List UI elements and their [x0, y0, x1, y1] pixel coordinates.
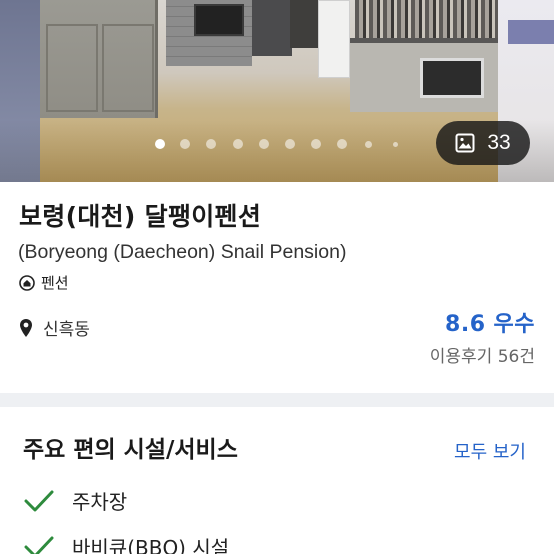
rating-label: 우수	[493, 312, 535, 337]
property-name-english: (Boryeong (Daecheon) Snail Pension)	[18, 241, 347, 263]
home-icon	[19, 274, 35, 291]
photo-fridge	[318, 0, 350, 78]
photo-tv	[194, 4, 244, 36]
carousel-dot[interactable]	[155, 139, 165, 149]
property-location[interactable]: 신흑동	[19, 315, 90, 340]
photo-count-text: 33	[487, 131, 511, 154]
property-type-label: 펜션	[41, 274, 69, 292]
carousel-dot[interactable]	[233, 139, 243, 149]
carousel-dot[interactable]	[180, 139, 190, 149]
carousel-dot[interactable]	[337, 139, 347, 149]
property-name: 보령(대천) 달팽이펜션	[19, 202, 262, 231]
check-icon	[24, 536, 54, 554]
see-all-link[interactable]: 모두 보기	[454, 438, 526, 464]
amenity-label: 바비큐(BBQ) 시설	[72, 536, 230, 554]
map-pin-icon	[20, 318, 32, 337]
carousel-dot[interactable]	[365, 141, 372, 148]
photo-cabinet-door	[102, 24, 154, 112]
carousel-dot[interactable]	[259, 139, 269, 149]
rating-score[interactable]: 8.6 우수	[445, 306, 535, 338]
location-label: 신흑동	[43, 320, 90, 340]
image-icon	[455, 133, 475, 153]
section-divider	[0, 393, 554, 407]
review-count[interactable]: 이용후기 56건	[430, 342, 535, 367]
photo-cabinet-door	[46, 24, 98, 112]
rating-value: 8.6	[445, 312, 486, 337]
photo-door	[252, 0, 292, 56]
photo-tile-backsplash	[355, 0, 500, 40]
amenity-item: 주차장	[24, 486, 127, 515]
carousel-dot[interactable]	[393, 142, 398, 147]
photo-microwave	[420, 58, 484, 98]
photo-count-button[interactable]: 33	[436, 121, 530, 165]
carousel-dot[interactable]	[206, 139, 216, 149]
photo-wall-stripe	[508, 20, 554, 44]
hero-photo[interactable]: 33	[0, 0, 554, 182]
amenities-title: 주요 편의 시설/서비스	[23, 437, 238, 463]
amenity-item: 바비큐(BBQ) 시설	[24, 532, 229, 554]
amenity-label: 주차장	[72, 490, 128, 514]
check-icon	[24, 490, 54, 511]
carousel-dot[interactable]	[285, 139, 295, 149]
photo-cabinet	[40, 0, 158, 118]
photo-hallway	[290, 0, 320, 48]
carousel-dot[interactable]	[311, 139, 321, 149]
property-type: 펜션	[19, 272, 69, 293]
